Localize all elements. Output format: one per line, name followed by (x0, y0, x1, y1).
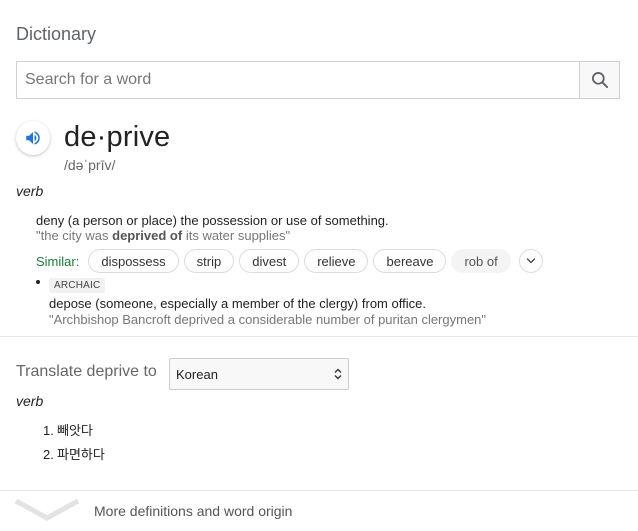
search-button[interactable] (579, 62, 619, 98)
divider (0, 336, 638, 337)
language-value: Korean (176, 366, 218, 382)
chevron-down-icon (14, 498, 80, 521)
sense-bullet (36, 280, 40, 284)
divider (0, 490, 638, 491)
chevron-down-icon (526, 258, 535, 264)
more-definitions-link[interactable]: More definitions and word origin (94, 503, 292, 519)
example-1-highlight: deprived of (112, 228, 183, 243)
pronunciation-button[interactable] (16, 121, 50, 155)
part-of-speech: verb (16, 183, 44, 199)
similar-words: Similar: dispossess strip divest relieve… (36, 249, 543, 273)
speaker-icon (26, 131, 40, 145)
example-1: "the city was deprived of its water supp… (36, 228, 291, 243)
archaic-tag: ARCHAIC (49, 278, 106, 293)
translate-part-of-speech: verb (16, 393, 44, 409)
example-2: "Archbishop Bancroft deprived a consider… (49, 312, 487, 327)
similar-chip-divest[interactable]: divest (239, 249, 300, 273)
language-select[interactable]: Korean (169, 358, 349, 390)
similar-chip-bereave[interactable]: bereave (373, 249, 447, 273)
search-icon (591, 72, 608, 89)
translate-label: Translate deprive to (16, 363, 157, 380)
select-arrows-icon (334, 368, 342, 380)
translation-item: 2. 파면하다 (43, 447, 105, 463)
similar-label: Similar: (36, 253, 80, 269)
translation-item: 1. 빼앗다 (43, 423, 93, 439)
search-input[interactable] (17, 62, 579, 98)
definition-2: depose (someone, especially a member of … (49, 296, 426, 311)
dictionary-title: Dictionary (16, 24, 97, 44)
similar-chip-strip[interactable]: strip (183, 249, 235, 273)
expand-similar-button[interactable] (518, 249, 543, 273)
similar-chip-rob-of[interactable]: rob of (451, 249, 511, 273)
similar-chip-relieve[interactable]: relieve (304, 249, 369, 273)
search-box (16, 61, 620, 99)
headword: de·prive (64, 121, 171, 153)
definition-1: deny (a person or place) the possession … (36, 213, 389, 228)
more-definitions-toggle[interactable] (14, 497, 80, 528)
similar-chip-dispossess[interactable]: dispossess (88, 249, 179, 273)
phonetic: /dəˈprīv/ (64, 157, 116, 173)
